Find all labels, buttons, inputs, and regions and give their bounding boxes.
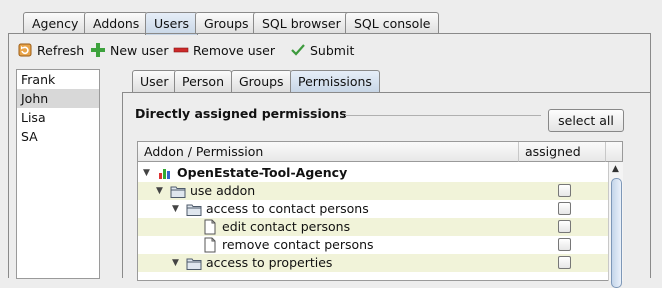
tab-addons[interactable]: Addons (84, 12, 149, 34)
assigned-checkbox[interactable] (558, 220, 571, 233)
tab-groups[interactable]: Groups (195, 12, 258, 34)
select-all-button[interactable]: select all (548, 109, 624, 132)
expand-arrow-icon[interactable]: ▼ (156, 182, 166, 200)
user-list-item[interactable]: Lisa (17, 108, 99, 127)
addon-icon (159, 169, 170, 179)
remove-user-label: Remove user (193, 42, 275, 58)
refresh-button[interactable]: Refresh (17, 40, 84, 60)
document-icon (204, 237, 216, 253)
scroll-up-icon[interactable]: ▲ (612, 164, 619, 174)
assigned-checkbox[interactable] (558, 238, 571, 251)
refresh-label: Refresh (37, 42, 85, 58)
table-row[interactable]: ▼ use addon (138, 182, 609, 200)
tree-node-label: use addon (190, 183, 256, 198)
tree-node-label: access to contact persons (206, 201, 369, 216)
expand-arrow-icon[interactable]: ▼ (172, 200, 182, 218)
refresh-icon (18, 43, 32, 57)
column-header-assigned[interactable]: assigned (519, 142, 606, 162)
table-row[interactable]: ▼ OpenEstate-Tool-Agency (138, 164, 609, 182)
tab-sql-console[interactable]: SQL console (345, 12, 440, 34)
permissions-table: Addon / Permission assigned ▼ OpenEstate… (137, 141, 623, 281)
tree-node-label: OpenEstate-Tool-Agency (177, 165, 348, 180)
assigned-checkbox[interactable] (558, 202, 571, 215)
tab-person[interactable]: Person (174, 70, 233, 92)
folder-icon (186, 258, 202, 270)
column-header-corner (606, 142, 622, 162)
assigned-checkbox[interactable] (558, 256, 571, 269)
new-user-label: New user (110, 42, 169, 58)
section-title: Directly assigned permissions (135, 106, 347, 121)
submit-button[interactable]: Submit (290, 40, 354, 60)
assigned-checkbox[interactable] (558, 184, 571, 197)
tab-agency[interactable]: Agency (23, 12, 88, 34)
tab-permissions[interactable]: Permissions (290, 70, 380, 92)
vertical-scrollbar[interactable]: ▲ (608, 162, 623, 288)
tree-node-label: remove contact persons (222, 237, 374, 252)
remove-user-button[interactable]: Remove user (173, 40, 275, 60)
tab-sql-browser[interactable]: SQL browser (253, 12, 350, 34)
tab-groups-inner[interactable]: Groups (231, 70, 292, 92)
minus-icon (173, 47, 189, 53)
tab-users[interactable]: Users (145, 12, 199, 35)
plus-icon (91, 43, 105, 57)
scrollbar-thumb[interactable] (611, 178, 622, 288)
new-user-button[interactable]: New user (90, 40, 169, 60)
expand-arrow-icon[interactable]: ▼ (172, 254, 182, 272)
user-list-item-selected[interactable]: John (17, 89, 99, 108)
folder-icon (170, 186, 186, 198)
table-row[interactable]: ▼ access to properties (138, 254, 609, 272)
folder-icon (186, 204, 202, 216)
checkmark-icon (291, 44, 305, 56)
tree-node-label: access to properties (206, 255, 333, 270)
tab-user[interactable]: User (132, 70, 177, 92)
user-list: Frank John Lisa SA (16, 69, 100, 279)
expand-arrow-icon[interactable]: ▼ (143, 164, 153, 182)
tree-node-label: edit contact persons (222, 219, 351, 234)
table-row[interactable]: edit contact persons (138, 218, 609, 236)
section-divider (345, 115, 541, 116)
column-header-permission[interactable]: Addon / Permission (138, 142, 519, 162)
table-row[interactable]: remove contact persons (138, 236, 609, 254)
submit-label: Submit (310, 42, 355, 58)
table-row[interactable]: ▼ access to contact persons (138, 200, 609, 218)
user-list-item[interactable]: Frank (17, 70, 99, 89)
document-icon (204, 219, 216, 235)
user-list-item[interactable]: SA (17, 127, 99, 146)
